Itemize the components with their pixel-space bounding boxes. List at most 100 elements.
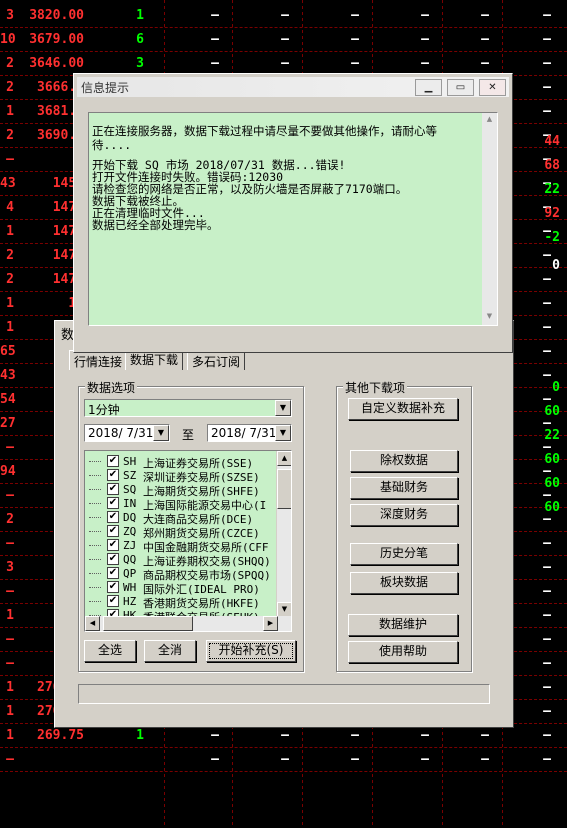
message-log[interactable]: 正在连接服务器，数据下载过程中请尽量不要做其他操作，请耐心等 待.... 开始下载 … [88,112,498,326]
message-line: 正在连接服务器，数据下载过程中请尽量不要做其他操作，请耐心等 [92,124,437,138]
message-log-vscroll[interactable]: ▲ ▼ [482,113,497,325]
exchange-code: WH [123,581,137,594]
exchange-checkbox[interactable]: ✔ [107,553,119,565]
exchange-code: SQ [123,483,137,496]
exchange-code: SZ [123,469,137,482]
quote-index: 1 [6,296,14,311]
sector-data-button[interactable]: 板块数据 [350,572,458,594]
chevron-down-icon[interactable]: ▼ [275,400,291,416]
tree-line [89,559,101,560]
chevron-down-icon[interactable]: ▼ [275,425,291,441]
start-download-button[interactable]: 开始补充(S) [206,640,296,662]
quote-dash: — [351,8,359,23]
exchange-checkbox[interactable]: ✔ [107,539,119,551]
exchange-checkbox[interactable]: ✔ [107,595,119,607]
date-from-value: 2018/ 7/31 [88,426,154,440]
quote-right-value: 60 [544,476,560,491]
quote-right-value: 22 [544,182,560,197]
minimize-icon[interactable]: ▁ [415,79,442,96]
history-ticks-button[interactable]: 历史分笔 [350,543,458,565]
exchange-checkbox[interactable]: ✔ [107,567,119,579]
deep-finance-button[interactable]: 深度财务 [350,504,458,526]
exchange-list-vscroll[interactable]: ▲ ▼ [276,451,291,617]
maximize-icon[interactable]: ▭ [447,79,474,96]
quote-dash: — [543,8,551,23]
chevron-down-icon[interactable]: ▼ [153,425,169,441]
quote-row[interactable]: 10 3679.00 6 — — — — — — [0,28,567,52]
close-icon[interactable]: ✕ [479,79,506,96]
help-button[interactable]: 使用帮助 [348,641,458,663]
exchange-checkbox[interactable]: ✔ [107,497,119,509]
quote-index: — [6,656,14,671]
quote-dash: — [211,56,219,71]
ex-rights-button[interactable]: 除权数据 [350,450,458,472]
quote-right-value: 22 [544,428,560,443]
exchange-checkbox[interactable]: ✔ [107,469,119,481]
date-to-picker[interactable]: 2018/ 7/31 ▼ [207,424,292,442]
date-from-picker[interactable]: 2018/ 7/31 ▼ [84,424,170,442]
quote-index: 4 [6,200,14,215]
quote-price: 3679.00 [29,32,84,47]
tree-line [89,503,101,504]
exchange-checkbox[interactable]: ✔ [107,525,119,537]
tree-line [89,475,101,476]
scroll-down-icon[interactable]: ▼ [277,602,291,617]
quote-index: 1 [6,704,14,719]
quote-dash: — [351,32,359,47]
quote-index: 43 [0,176,16,191]
quote-dash: — [481,752,489,767]
deselect-all-button[interactable]: 全消 [144,640,196,662]
quote-right-value: 60 [544,452,560,467]
quote-index: 3 [6,560,14,575]
exchange-list[interactable]: ✔ SH 上海证券交易所(SSE) ✔ SZ 深圳证券交易所(SZSE) ✔ SQ 上海期货交易… [84,450,292,632]
tab-quote-connection[interactable]: 行情连接 [69,350,128,370]
quote-index: 65 [0,344,16,359]
exchange-checkbox[interactable]: ✔ [107,511,119,523]
exchange-code: HZ [123,595,137,608]
exchange-checkbox[interactable]: ✔ [107,455,119,467]
scroll-up-icon[interactable]: ▲ [277,451,291,466]
quote-index: — [6,632,14,647]
quote-index: 10 [0,32,16,47]
info-dialog-titlebar[interactable]: 信息提示 ▁ ▭ ✕ [77,77,509,97]
scroll-thumb[interactable] [103,616,193,631]
quote-dash: — [421,32,429,47]
exchange-checkbox[interactable]: ✔ [107,581,119,593]
quote-dash: — [543,272,551,287]
quote-row[interactable]: — — — — — — — [0,748,567,772]
tree-line [89,573,101,574]
quote-dash: — [421,752,429,767]
exchange-list-hscroll[interactable]: ◀ ▶ [85,616,291,631]
scroll-left-icon[interactable]: ◀ [85,616,100,631]
quote-dash: — [281,728,289,743]
data-maintenance-button[interactable]: 数据维护 [348,614,458,636]
tree-line [89,587,101,588]
quote-dash: — [543,584,551,599]
scroll-down-icon[interactable]: ▼ [482,310,497,325]
quote-index: 43 [0,368,16,383]
info-dialog: 信息提示 ▁ ▭ ✕ 正在连接服务器，数据下载过程中请尽量不要做其他操作，请耐心… [73,73,513,353]
tree-line [89,601,101,602]
quote-dash: — [543,56,551,71]
quote-dash: — [281,32,289,47]
quote-volume: 3 [136,56,144,71]
tab-multi-subscribe[interactable]: 多石订阅 [187,350,246,370]
quote-dash: — [481,8,489,23]
scroll-right-icon[interactable]: ▶ [263,616,278,631]
tree-line [89,545,101,546]
select-all-button[interactable]: 全选 [84,640,136,662]
quote-dash: — [481,32,489,47]
quote-dash: — [481,728,489,743]
basic-finance-button[interactable]: 基础财务 [350,477,458,499]
custom-fill-button[interactable]: 自定义数据补充 [348,398,458,420]
quote-dash: — [421,728,429,743]
scroll-thumb[interactable] [277,469,291,509]
exchange-checkbox[interactable]: ✔ [107,483,119,495]
quote-right-value: 60 [544,500,560,515]
period-select[interactable]: 1分钟 ▼ [84,399,292,417]
quote-index: — [6,488,14,503]
quote-right-value: -2 [544,230,560,245]
quote-index: 1 [6,224,14,239]
scroll-up-icon[interactable]: ▲ [482,113,497,128]
quote-row[interactable]: 3 3820.00 1 — — — — — — [0,4,567,28]
